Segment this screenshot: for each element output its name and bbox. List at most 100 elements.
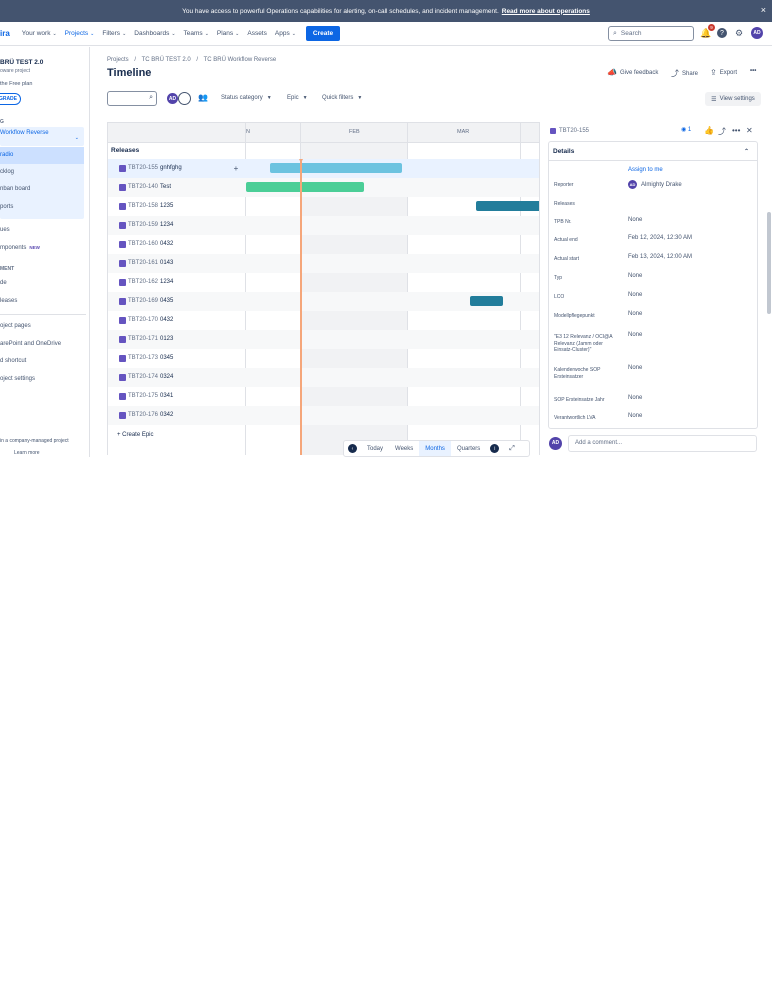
add-people-icon[interactable]: 👥 <box>198 93 208 102</box>
issue-summary[interactable]: 0342 <box>160 412 173 418</box>
sidebar-item-backlog[interactable]: cklog <box>0 169 14 175</box>
nav-projects[interactable]: Projects ⌄ <box>65 30 95 37</box>
weeks-button[interactable]: Weeks <box>389 441 419 456</box>
timeline-bar[interactable] <box>269 163 403 173</box>
issue-summary[interactable]: 0432 <box>160 241 173 247</box>
watch-button[interactable]: ◉ 1 <box>681 126 691 133</box>
issue-summary[interactable]: 0143 <box>160 260 173 266</box>
details-header[interactable]: Details ⌃ <box>549 142 757 161</box>
issue-key[interactable]: TBT20-173 <box>128 355 158 361</box>
sidebar-item-project-pages[interactable]: oject pages <box>0 323 31 329</box>
issue-key[interactable]: TBT20-161 <box>128 260 158 266</box>
board-selector[interactable]: Workflow Reverse ⌄ <box>0 127 84 146</box>
issue-key[interactable]: TBT20-174 <box>128 374 158 380</box>
issue-summary[interactable]: 0435 <box>160 298 173 304</box>
issue-key[interactable]: TBT20-158 <box>128 203 158 209</box>
upgrade-button[interactable]: GRADE <box>0 93 21 105</box>
quarters-button[interactable]: Quarters <box>451 441 486 456</box>
issue-key[interactable]: TBT20-176 <box>128 412 158 418</box>
close-icon[interactable]: ✕ <box>746 126 753 135</box>
timeline-row[interactable]: TBT20-160 0432 <box>108 235 539 254</box>
sidebar-item-components[interactable]: mponents NEW <box>0 245 40 251</box>
issue-summary[interactable]: 0123 <box>160 336 173 342</box>
expand-icon[interactable]: ⤢ <box>509 445 515 453</box>
issue-summary[interactable]: 1234 <box>160 279 173 285</box>
info-icon[interactable]: i <box>490 444 500 453</box>
field-value[interactable]: None <box>628 332 642 338</box>
timeline-row[interactable]: TBT20-162 1234 <box>108 273 539 292</box>
field-value[interactable]: None <box>628 365 642 371</box>
field-value[interactable]: None <box>628 292 642 298</box>
sidebar-item-sharepoint[interactable]: arePoint and OneDrive <box>0 341 61 347</box>
breadcrumb-project[interactable]: TC BRÜ TEST 2.0 <box>142 57 191 63</box>
like-icon[interactable]: 👍 <box>704 126 714 135</box>
issue-key[interactable]: TBT20-171 <box>128 336 158 342</box>
field-value[interactable]: None <box>628 311 642 317</box>
issue-summary[interactable]: 1234 <box>160 222 173 228</box>
issue-summary[interactable]: Test <box>160 184 171 190</box>
share-icon[interactable]: ⤴ <box>718 126 726 137</box>
quick-filters-dropdown[interactable]: Quick filters ▼ <box>322 95 362 101</box>
issue-key[interactable]: TBT20-175 <box>128 393 158 399</box>
sidebar-item-board[interactable]: nban board <box>0 186 30 192</box>
create-epic-button[interactable]: + Create Epic <box>117 432 154 438</box>
timeline-search-input[interactable]: ⌕ <box>107 91 157 106</box>
timeline-row[interactable]: TBT20-158 1235 <box>108 197 539 216</box>
add-child-icon[interactable]: + <box>231 163 241 173</box>
timeline-row[interactable]: TBT20-169 0435 <box>108 292 539 311</box>
user-avatar[interactable]: AD <box>751 27 763 39</box>
issue-summary[interactable]: gnhfghg <box>160 165 182 171</box>
more-icon[interactable]: ••• <box>732 126 740 135</box>
issue-key[interactable]: TBT20-162 <box>128 279 158 285</box>
banner-link[interactable]: Read more about operations <box>502 8 590 15</box>
field-value[interactable]: Feb 13, 2024, 12:00 AM <box>628 254 692 260</box>
comment-input[interactable]: Add a comment... <box>568 434 757 452</box>
nav-plans[interactable]: Plans ⌄ <box>217 30 239 37</box>
timeline-bar[interactable] <box>476 201 539 211</box>
notifications-icon[interactable]: 🔔 9 <box>700 24 715 39</box>
issue-summary[interactable]: 1235 <box>160 203 173 209</box>
sidebar-item-releases[interactable]: leases <box>0 298 17 304</box>
breadcrumb-projects[interactable]: Projects <box>107 57 129 63</box>
jira-logo[interactable]: ira <box>0 29 10 38</box>
sidebar-item-add-shortcut[interactable]: d shortcut <box>0 358 26 364</box>
nav-your-work[interactable]: Your work ⌄ <box>22 30 57 37</box>
issue-summary[interactable]: 0324 <box>160 374 173 380</box>
issue-key[interactable]: TBT20-170 <box>128 317 158 323</box>
search-input[interactable]: ⌕ Search <box>608 26 694 41</box>
issue-summary[interactable]: 0345 <box>160 355 173 361</box>
field-value[interactable]: None <box>628 217 642 223</box>
today-button[interactable]: Today <box>361 441 389 456</box>
learn-more-link[interactable]: Learn more <box>14 450 40 456</box>
timeline-row[interactable]: TBT20-159 1234 <box>108 216 539 235</box>
chevron-left-icon[interactable]: ‹ <box>348 444 357 453</box>
nav-dashboards[interactable]: Dashboards ⌄ <box>134 30 175 37</box>
nav-assets[interactable]: Assets <box>247 30 267 37</box>
timeline-row[interactable]: TBT20-175 0341 <box>108 387 539 406</box>
field-value[interactable]: AD Almighty Drake <box>628 180 682 189</box>
issue-summary[interactable]: 0432 <box>160 317 173 323</box>
more-actions-button[interactable]: ••• <box>750 68 756 74</box>
timeline-bar[interactable] <box>246 182 364 192</box>
sidebar-item-reports[interactable]: ports <box>0 204 13 210</box>
field-value[interactable]: Feb 12, 2024, 12:30 AM <box>628 235 692 241</box>
scrollbar[interactable] <box>767 212 771 314</box>
status-category-dropdown[interactable]: Status category ▼ <box>221 95 272 101</box>
issue-key[interactable]: TBT20-159 <box>128 222 158 228</box>
settings-gear-icon[interactable]: ⚙ <box>733 27 745 39</box>
nav-apps[interactable]: Apps ⌄ <box>275 30 296 37</box>
timeline-row[interactable]: TBT20-155 gnhfghg + <box>108 159 539 178</box>
epic-dropdown[interactable]: Epic ▼ <box>287 95 308 101</box>
issue-key[interactable]: TBT20-160 <box>128 241 158 247</box>
timeline-row[interactable]: TBT20-140 Test <box>108 178 539 197</box>
sidebar-item-project-settings[interactable]: oject settings <box>0 376 35 382</box>
months-button[interactable]: Months <box>419 441 451 456</box>
assign-to-me-link[interactable]: Assign to me <box>628 167 663 173</box>
export-button[interactable]: ⇪ Export <box>710 68 737 77</box>
timeline-row[interactable]: TBT20-174 0324 <box>108 368 539 387</box>
field-value[interactable]: None <box>628 273 642 279</box>
timeline-row[interactable]: TBT20-176 0342 <box>108 406 539 425</box>
field-value[interactable]: None <box>628 395 642 401</box>
share-button[interactable]: ⤴ Share <box>671 68 698 79</box>
issue-key[interactable]: TBT20-169 <box>128 298 158 304</box>
